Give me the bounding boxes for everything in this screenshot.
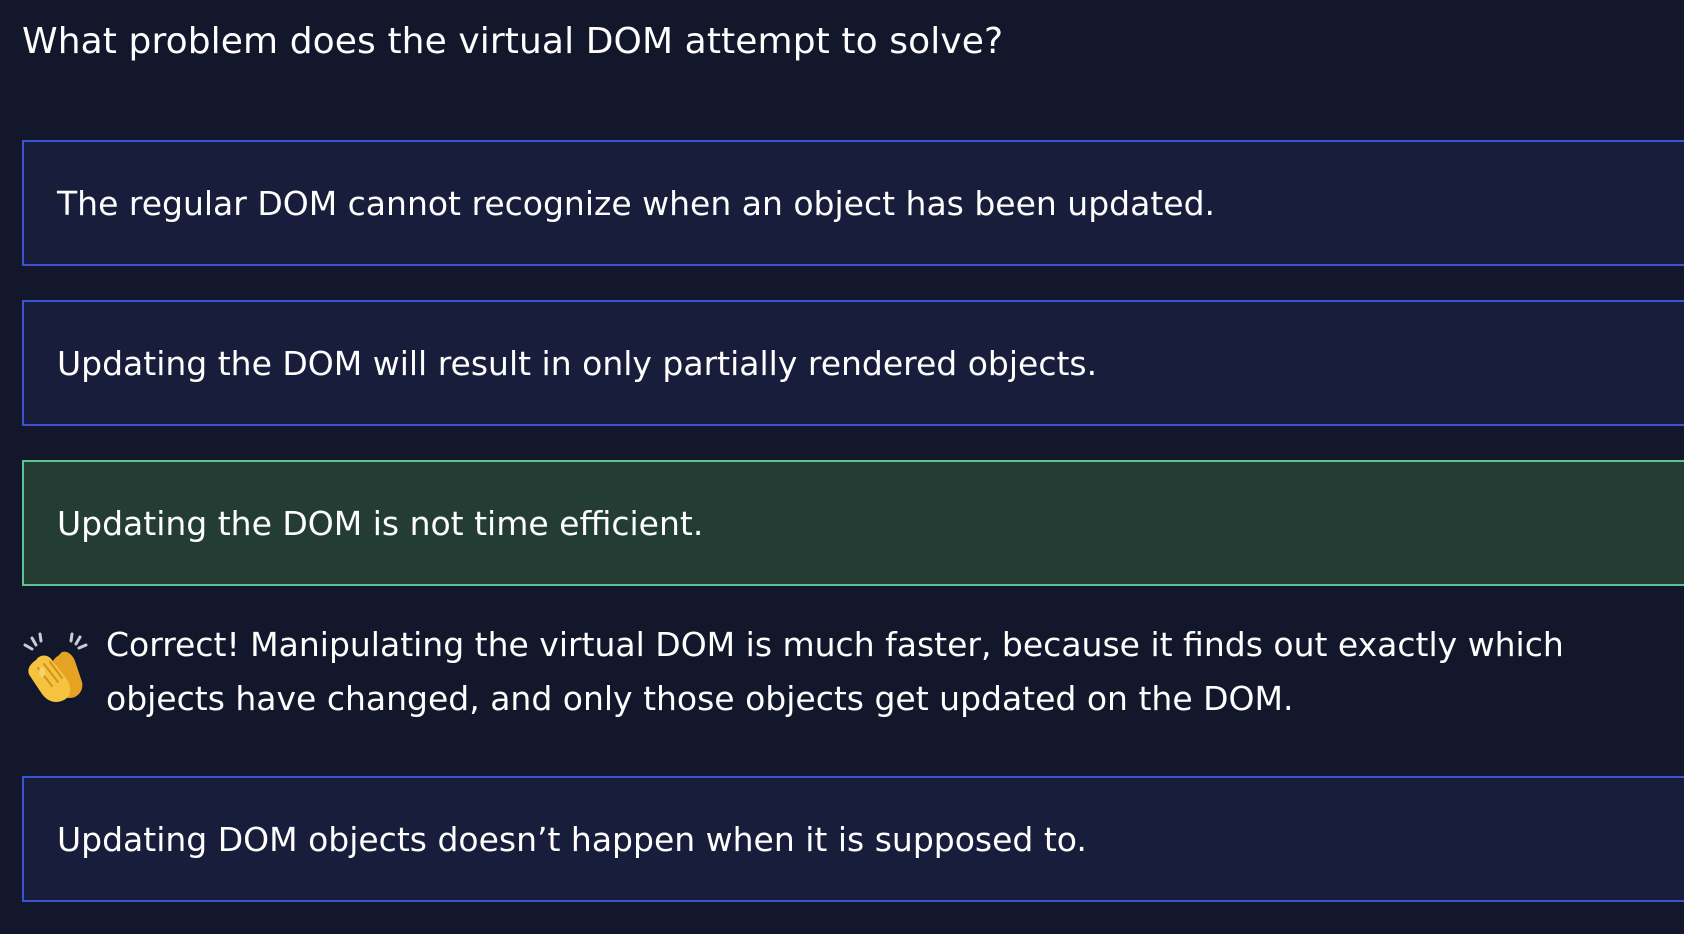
answer-feedback: Correct! Manipulating the virtual DOM is… [22, 618, 1662, 726]
answer-option-label: Updating DOM objects doesn’t happen when… [57, 819, 1087, 859]
clapping-hands-icon [23, 632, 88, 702]
answer-option-4[interactable]: Updating DOM objects doesn’t happen when… [22, 776, 1684, 902]
answer-option-1[interactable]: The regular DOM cannot recognize when an… [22, 140, 1684, 266]
answer-option-label: Updating the DOM will result in only par… [57, 343, 1098, 383]
question-title: What problem does the virtual DOM attemp… [22, 21, 1004, 62]
answer-option-2[interactable]: Updating the DOM will result in only par… [22, 300, 1684, 426]
answer-option-label: Updating the DOM is not time efficient. [57, 503, 704, 543]
answer-option-3-correct[interactable]: Updating the DOM is not time efficient. [22, 460, 1684, 586]
feedback-message: Correct! Manipulating the virtual DOM is… [106, 625, 1564, 718]
answer-option-label: The regular DOM cannot recognize when an… [57, 183, 1216, 223]
